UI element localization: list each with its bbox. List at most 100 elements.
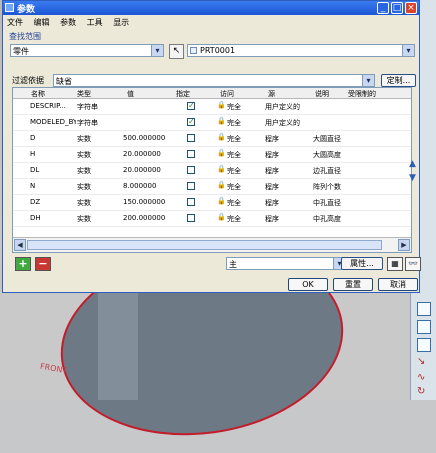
table-row[interactable]: DL 实数 20.000000 程序 边孔直径 🔒 完全 <box>13 162 411 179</box>
lock-icon: 🔒 <box>217 133 226 141</box>
cell-source: 程序 <box>265 151 279 159</box>
table-row[interactable]: MODELED_BY 字符串 用户定义的 ✓ 🔒 完全 <box>13 114 411 131</box>
grid-icon: ▦ <box>391 259 399 268</box>
cell-access[interactable]: 完全 <box>227 166 253 176</box>
menu-file[interactable]: 文件 <box>7 17 23 28</box>
cell-source: 程序 <box>265 183 279 191</box>
cell-value[interactable]: 20.000000 <box>123 166 169 174</box>
toolbar-revolve-icon[interactable]: ↻ <box>417 386 425 397</box>
menu-bar: 文件 编辑 参数 工具 显示 <box>7 17 137 29</box>
model-disc-inner <box>98 292 138 400</box>
cell-type: 实数 <box>77 199 91 207</box>
toolbar-axis-icon[interactable] <box>417 320 431 334</box>
binoculars-icon: 👓 <box>408 259 418 268</box>
cell-access[interactable]: 完全 <box>227 182 253 192</box>
table-row[interactable]: DESCRIP... 字符串 用户定义的 ✓ 🔒 完全 <box>13 98 411 115</box>
cell-type: 字符串 <box>77 119 98 127</box>
cell-description[interactable]: 阵列个数 <box>313 182 347 192</box>
select-object-button[interactable]: ↖ <box>169 44 184 59</box>
master-select[interactable]: 主 ▾ <box>226 257 346 270</box>
lock-icon: 🔒 <box>217 149 226 157</box>
table-hscroll[interactable]: ◀ ▶ <box>13 237 411 252</box>
move-up-icon[interactable]: ▲ <box>409 159 416 169</box>
lock-icon: 🔒 <box>217 165 226 173</box>
cell-description[interactable]: 中孔高度 <box>313 214 347 224</box>
designated-checkbox[interactable] <box>187 214 195 222</box>
remove-parameter-button[interactable]: − <box>35 257 51 271</box>
menu-parameters[interactable]: 参数 <box>60 17 76 28</box>
cell-name: MODELED_BY <box>30 118 76 126</box>
minus-icon: − <box>38 257 48 270</box>
cell-name: H <box>30 150 36 158</box>
cell-value[interactable]: 200.000000 <box>123 214 169 222</box>
cell-description[interactable]: 中孔直径 <box>313 198 347 208</box>
cell-name: D <box>30 134 36 142</box>
scroll-right-icon[interactable]: ▶ <box>398 239 410 251</box>
maximize-button[interactable]: □ <box>391 2 403 14</box>
cell-access[interactable]: 完全 <box>227 150 253 160</box>
designated-checkbox[interactable]: ✓ <box>187 117 195 126</box>
toolbar-plane-icon[interactable] <box>417 302 431 316</box>
menu-display[interactable]: 显示 <box>113 17 129 28</box>
add-parameter-button[interactable]: + <box>15 257 31 271</box>
scope-type-select[interactable]: 零件 ▾ <box>10 44 164 57</box>
toolbar-sketch-icon[interactable]: ↘ <box>417 356 425 367</box>
close-button[interactable]: × <box>405 2 417 14</box>
lock-icon: 🔒 <box>217 101 226 109</box>
filter-select[interactable]: 缺省 ▾ <box>53 74 375 87</box>
customize-button[interactable]: 定制... <box>381 74 416 87</box>
find-button[interactable]: 👓 <box>405 257 421 271</box>
designated-checkbox[interactable] <box>187 166 195 174</box>
chevron-down-icon: ▾ <box>402 45 414 56</box>
menu-tools[interactable]: 工具 <box>87 17 103 28</box>
properties-button[interactable]: 属性... <box>341 257 383 270</box>
move-down-icon[interactable]: ▼ <box>409 173 416 183</box>
toolbar-point-icon[interactable] <box>417 338 431 352</box>
designated-checkbox[interactable] <box>187 182 195 190</box>
designated-checkbox[interactable] <box>187 198 195 206</box>
pointer-icon: ↖ <box>172 46 181 56</box>
table-row[interactable]: H 实数 20.000000 程序 大圆高度 🔒 完全 <box>13 146 411 163</box>
cell-name: DH <box>30 214 41 222</box>
scroll-left-icon[interactable]: ◀ <box>14 239 26 251</box>
toolbar-curve-icon[interactable]: ∿ <box>417 372 425 383</box>
cell-description[interactable]: 大圆直径 <box>313 134 347 144</box>
cell-value[interactable]: 150.000000 <box>123 198 169 206</box>
scroll-thumb[interactable] <box>27 240 382 250</box>
cell-value[interactable]: 8.000000 <box>123 182 169 190</box>
cell-value[interactable]: 500.000000 <box>123 134 169 142</box>
cell-source: 程序 <box>265 199 279 207</box>
reset-button[interactable]: 重置 <box>333 278 373 291</box>
menu-edit[interactable]: 编辑 <box>34 17 50 28</box>
cancel-button[interactable]: 取消 <box>378 278 418 291</box>
scope-type-value: 零件 <box>13 47 29 56</box>
cell-value[interactable]: 20.000000 <box>123 150 169 158</box>
table-row[interactable]: D 实数 500.000000 程序 大圆直径 🔒 完全 <box>13 130 411 147</box>
master-value: 主 <box>229 260 237 269</box>
cell-access[interactable]: 完全 <box>227 214 253 224</box>
cell-access[interactable]: 完全 <box>227 134 253 144</box>
designated-checkbox[interactable]: ✓ <box>187 101 195 110</box>
table-view-button[interactable]: ▦ <box>387 257 403 271</box>
scope-object-select[interactable]: PRT0001 ▾ <box>187 44 415 57</box>
chevron-down-icon: ▾ <box>362 75 374 86</box>
cell-name: N <box>30 182 36 190</box>
cell-source: 程序 <box>265 215 279 223</box>
table-row[interactable]: DH 实数 200.000000 程序 中孔高度 🔒 完全 <box>13 210 411 227</box>
cell-source: 用户定义的 <box>265 119 300 127</box>
scope-object-value: PRT0001 <box>200 46 236 55</box>
designated-checkbox[interactable] <box>187 150 195 158</box>
ok-button[interactable]: OK <box>288 278 328 291</box>
cell-access[interactable]: 完全 <box>227 198 253 208</box>
table-row[interactable]: DZ 实数 150.000000 程序 中孔直径 🔒 完全 <box>13 194 411 211</box>
cell-description[interactable]: 大圆高度 <box>313 150 347 160</box>
cell-type: 实数 <box>77 167 91 175</box>
table-row[interactable]: N 实数 8.000000 程序 阵列个数 🔒 完全 <box>13 178 411 195</box>
cell-access[interactable]: 完全 <box>227 102 253 112</box>
designated-checkbox[interactable] <box>187 134 195 142</box>
cell-description[interactable]: 边孔直径 <box>313 166 347 176</box>
cell-source: 程序 <box>265 167 279 175</box>
window-title: 参数 <box>17 5 36 15</box>
minimize-button[interactable]: _ <box>377 2 389 14</box>
cell-access[interactable]: 完全 <box>227 118 253 128</box>
